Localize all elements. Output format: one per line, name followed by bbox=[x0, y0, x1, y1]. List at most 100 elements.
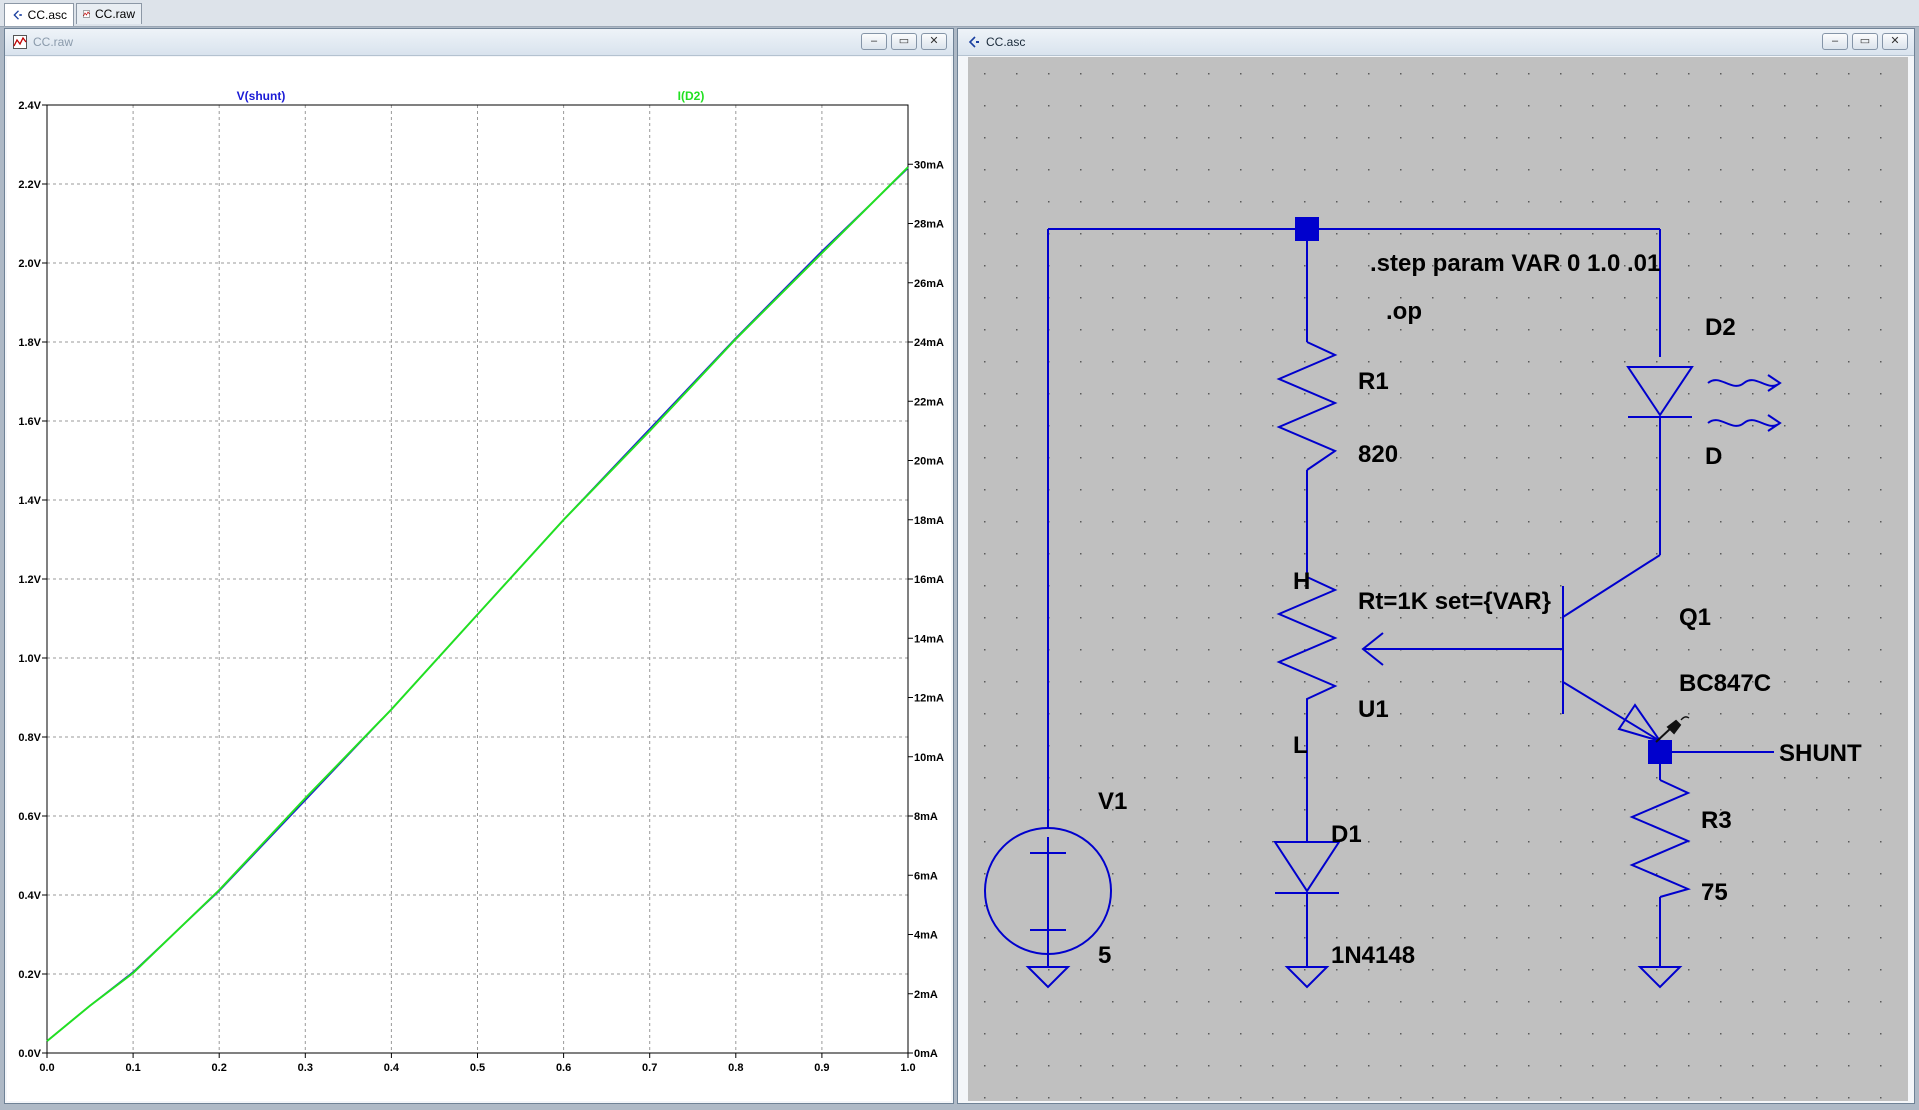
grid-dot bbox=[1848, 521, 1850, 523]
tab-cc-asc[interactable]: CC.asc bbox=[4, 3, 74, 26]
grid-dot bbox=[1784, 201, 1786, 203]
minimize-button[interactable]: – bbox=[1822, 33, 1848, 50]
grid-dot bbox=[984, 201, 986, 203]
grid-dot bbox=[1240, 841, 1242, 843]
grid-dot bbox=[984, 329, 986, 331]
grid-dot bbox=[1336, 745, 1338, 747]
d1-name[interactable]: D1 bbox=[1331, 821, 1362, 848]
schematic-canvas[interactable]: R1 820 H Rt=1K set={VAR} U1 L D1 1N4148 bbox=[968, 57, 1908, 1101]
transistor-q1[interactable] bbox=[1562, 554, 1663, 743]
q1-value[interactable]: BC847C bbox=[1679, 670, 1771, 697]
grid-dot bbox=[1784, 393, 1786, 395]
waveform-chart[interactable]: V(shunt) I(D2) 0.0 0.1 0.2 0.3 0.4 0.5 0.6 0.7 0… bbox=[7, 57, 951, 1101]
r1-name[interactable]: R1 bbox=[1358, 368, 1389, 395]
grid-dot bbox=[1432, 1065, 1434, 1067]
waveform-window-titlebar[interactable]: CC.raw – ▭ ✕ bbox=[5, 29, 953, 56]
tab-cc-raw[interactable]: CC.raw bbox=[76, 3, 142, 24]
grid-dot bbox=[1528, 425, 1530, 427]
grid-dot bbox=[1400, 233, 1402, 235]
grid-dot bbox=[1784, 617, 1786, 619]
grid-dot bbox=[1432, 521, 1434, 523]
potentiometer-u1[interactable] bbox=[1276, 576, 1338, 729]
grid-dot bbox=[1656, 841, 1658, 843]
y-right-tick-label: 22mA bbox=[914, 396, 944, 408]
restore-button[interactable]: ▭ bbox=[891, 33, 917, 50]
resistor-r1[interactable] bbox=[1276, 341, 1338, 471]
v1-value[interactable]: 5 bbox=[1098, 942, 1111, 969]
x-tick-label: 0.6 bbox=[556, 1062, 571, 1074]
restore-button[interactable]: ▭ bbox=[1852, 33, 1878, 50]
grid-dot bbox=[1208, 297, 1210, 299]
u1-name[interactable]: U1 bbox=[1358, 696, 1389, 723]
grid-dot bbox=[1752, 137, 1754, 139]
grid-dot bbox=[1336, 361, 1338, 363]
y-left-tick-label: 2.0V bbox=[18, 258, 41, 270]
grid-dot bbox=[1016, 425, 1018, 427]
d1-value[interactable]: 1N4148 bbox=[1331, 942, 1415, 969]
grid-dot bbox=[1528, 329, 1530, 331]
r3-name[interactable]: R3 bbox=[1701, 807, 1732, 834]
grid-dot bbox=[1144, 73, 1146, 75]
trace-label-id2[interactable]: I(D2) bbox=[678, 89, 705, 103]
directive-op[interactable]: .op bbox=[1386, 298, 1422, 325]
grid-dot bbox=[1624, 169, 1626, 171]
grid-dot bbox=[1208, 841, 1210, 843]
junction-top[interactable] bbox=[1295, 217, 1319, 241]
grid-dot bbox=[1400, 937, 1402, 939]
grid-dot bbox=[1336, 649, 1338, 651]
grid-dot bbox=[1592, 1065, 1594, 1067]
grid-dot bbox=[1624, 105, 1626, 107]
grid-dot bbox=[1240, 489, 1242, 491]
grid-dot bbox=[1176, 265, 1178, 267]
grid-dot bbox=[1208, 1065, 1210, 1067]
grid-dot bbox=[1816, 553, 1818, 555]
grid-dot bbox=[1656, 905, 1658, 907]
grid-dot bbox=[1496, 425, 1498, 427]
grid-dot bbox=[1400, 1097, 1402, 1099]
grid-dot bbox=[1688, 457, 1690, 459]
d2-name[interactable]: D2 bbox=[1705, 314, 1736, 341]
grid-dot bbox=[1848, 777, 1850, 779]
grid-dot bbox=[1176, 809, 1178, 811]
grid-dot bbox=[1368, 137, 1370, 139]
v1-name[interactable]: V1 bbox=[1098, 788, 1127, 815]
schematic-drawing[interactable]: R1 820 H Rt=1K set={VAR} U1 L D1 1N4148 bbox=[968, 57, 1908, 1101]
resistor-r3[interactable] bbox=[1629, 779, 1691, 898]
grid-dot bbox=[1784, 233, 1786, 235]
plot-pane[interactable]: V(shunt) I(D2) 0.0 0.1 0.2 0.3 0.4 0.5 0.6 0.7 0… bbox=[7, 57, 951, 1101]
schematic-window-titlebar[interactable]: CC.asc – ▭ ✕ bbox=[958, 29, 1914, 56]
net-label-shunt[interactable]: SHUNT bbox=[1779, 740, 1862, 767]
grid-dot bbox=[984, 617, 986, 619]
grid-dot bbox=[1080, 201, 1082, 203]
grid-dot bbox=[1272, 233, 1274, 235]
grid-dot bbox=[1592, 617, 1594, 619]
grid-dot bbox=[1528, 457, 1530, 459]
grid-dot bbox=[1208, 617, 1210, 619]
grid-dot bbox=[1112, 1065, 1114, 1067]
y-right-tick-label: 6mA bbox=[914, 870, 938, 882]
diode-d1[interactable] bbox=[1273, 841, 1341, 894]
trace-label-vshunt[interactable]: V(shunt) bbox=[237, 89, 286, 103]
led-d2[interactable] bbox=[1626, 366, 1694, 418]
directive-step[interactable]: .step param VAR 0 1.0 .01 bbox=[1370, 250, 1660, 277]
grid-dot bbox=[1144, 649, 1146, 651]
q1-name[interactable]: Q1 bbox=[1679, 604, 1711, 631]
minimize-button[interactable]: – bbox=[861, 33, 887, 50]
close-button[interactable]: ✕ bbox=[1882, 33, 1908, 50]
grid-dot bbox=[1816, 617, 1818, 619]
r3-value[interactable]: 75 bbox=[1701, 879, 1728, 906]
grid-dot bbox=[1336, 105, 1338, 107]
grid-dot bbox=[1432, 457, 1434, 459]
grid-dot bbox=[1272, 809, 1274, 811]
junction-shunt[interactable] bbox=[1648, 740, 1672, 764]
d2-value[interactable]: D bbox=[1705, 443, 1722, 470]
grid-dot bbox=[1112, 905, 1114, 907]
grid-dot bbox=[1272, 617, 1274, 619]
grid-dot bbox=[1400, 137, 1402, 139]
r1-value[interactable]: 820 bbox=[1358, 441, 1398, 468]
close-button[interactable]: ✕ bbox=[921, 33, 947, 50]
grid-dot bbox=[1752, 841, 1754, 843]
grid-dot bbox=[1432, 137, 1434, 139]
u1-value[interactable]: Rt=1K set={VAR} bbox=[1358, 588, 1551, 615]
grid-dot bbox=[1688, 905, 1690, 907]
